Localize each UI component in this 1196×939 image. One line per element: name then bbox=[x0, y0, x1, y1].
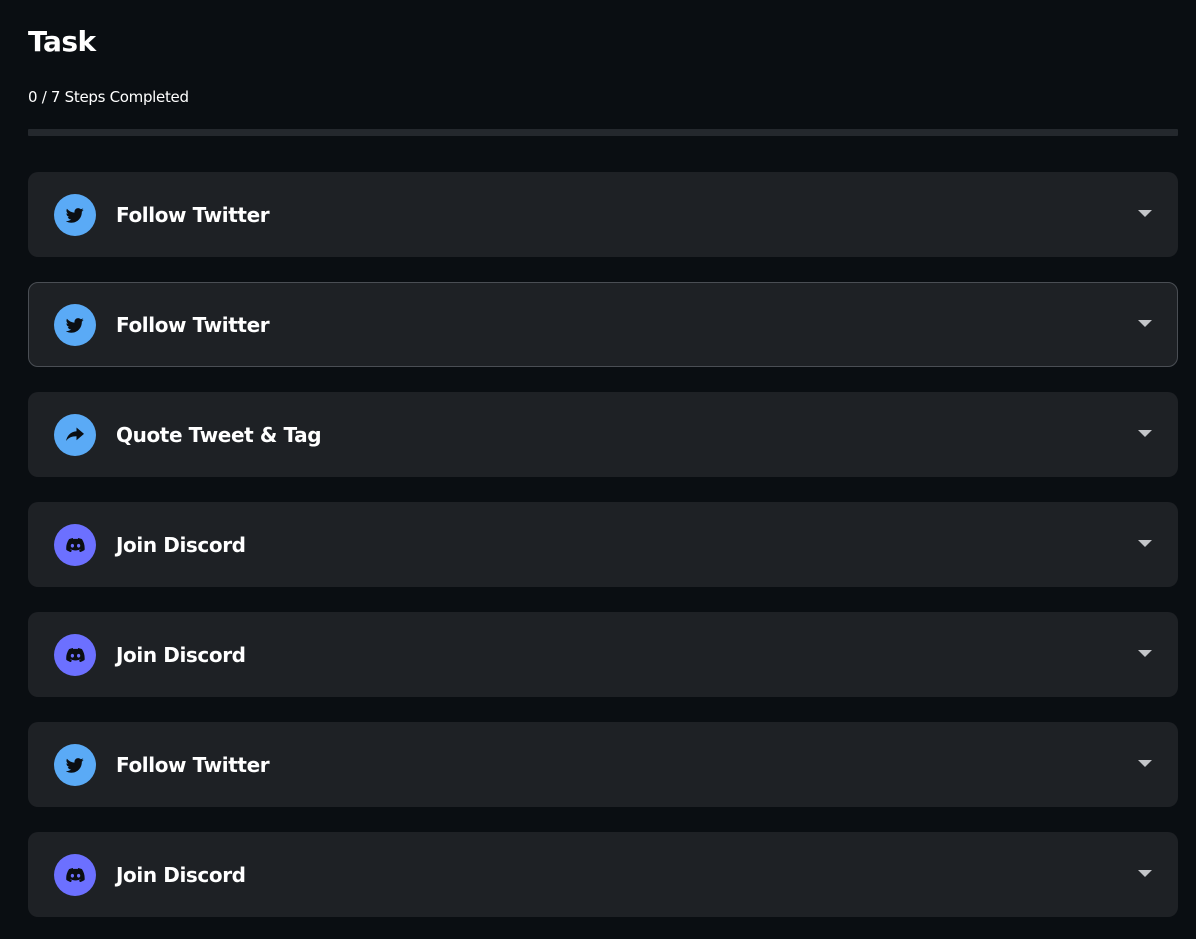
chevron-down-icon[interactable] bbox=[1138, 760, 1152, 767]
twitter-bird-icon bbox=[54, 194, 96, 236]
task-label: Quote Tweet & Tag bbox=[116, 423, 322, 447]
page-title: Task bbox=[28, 25, 96, 58]
task-page: Task 0 / 7 Steps Completed Follow Twitte… bbox=[28, 0, 1178, 939]
chevron-down-icon[interactable] bbox=[1138, 320, 1152, 327]
chevron-down-icon[interactable] bbox=[1138, 540, 1152, 547]
twitter-bird-icon bbox=[54, 744, 96, 786]
task-label: Join Discord bbox=[116, 533, 246, 557]
chevron-down-icon[interactable] bbox=[1138, 430, 1152, 437]
task-label: Follow Twitter bbox=[116, 753, 270, 777]
task-item-join-discord[interactable]: Join Discord bbox=[28, 502, 1178, 587]
task-label: Join Discord bbox=[116, 643, 246, 667]
task-item-quote-tweet[interactable]: Quote Tweet & Tag bbox=[28, 392, 1178, 477]
progress-bar bbox=[28, 129, 1178, 136]
task-list: Follow Twitter Follow Twitter Quote Twee… bbox=[28, 172, 1178, 939]
steps-progress-text: 0 / 7 Steps Completed bbox=[28, 88, 189, 106]
discord-icon bbox=[54, 854, 96, 896]
discord-icon bbox=[54, 524, 96, 566]
chevron-down-icon[interactable] bbox=[1138, 210, 1152, 217]
task-label: Follow Twitter bbox=[116, 203, 270, 227]
task-label: Follow Twitter bbox=[116, 313, 270, 337]
task-item-follow-twitter[interactable]: Follow Twitter bbox=[28, 722, 1178, 807]
task-item-follow-twitter[interactable]: Follow Twitter bbox=[28, 172, 1178, 257]
task-label: Join Discord bbox=[116, 863, 246, 887]
twitter-bird-icon bbox=[54, 304, 96, 346]
task-item-join-discord[interactable]: Join Discord bbox=[28, 612, 1178, 697]
share-arrow-icon bbox=[54, 414, 96, 456]
discord-icon bbox=[54, 634, 96, 676]
chevron-down-icon[interactable] bbox=[1138, 650, 1152, 657]
chevron-down-icon[interactable] bbox=[1138, 870, 1152, 877]
task-item-join-discord[interactable]: Join Discord bbox=[28, 832, 1178, 917]
task-item-follow-twitter[interactable]: Follow Twitter bbox=[28, 282, 1178, 367]
